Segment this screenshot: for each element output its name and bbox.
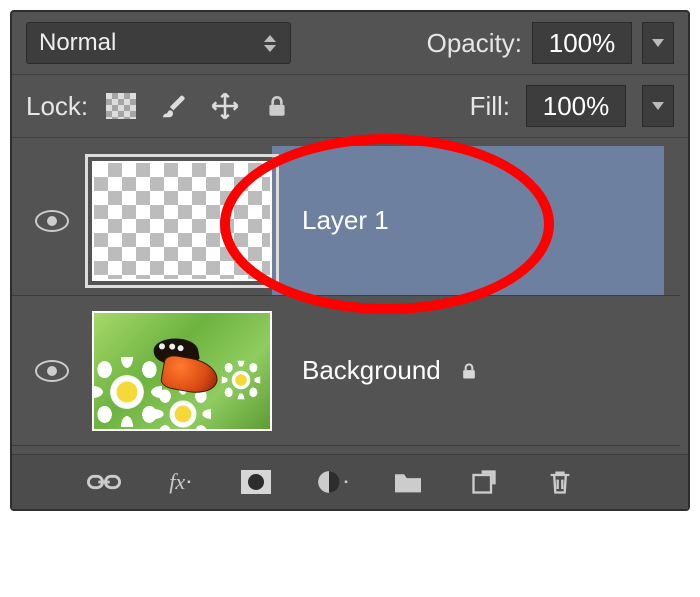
link-icon (87, 471, 121, 493)
link-layers-button[interactable] (86, 467, 122, 497)
layer-visibility-toggle[interactable] (35, 210, 69, 232)
fx-icon: fx (169, 469, 185, 495)
add-mask-button[interactable] (238, 467, 274, 497)
lock-position-button[interactable] (208, 89, 242, 123)
image-thumbnail (94, 313, 270, 429)
adjustment-layer-button[interactable]: ▪ (314, 467, 350, 497)
mask-icon (240, 469, 272, 495)
updown-caret-icon (264, 33, 278, 53)
opacity-label: Opacity: (427, 28, 522, 59)
transparency-lock-icon (106, 93, 136, 119)
layer-thumbnail[interactable] (92, 311, 272, 431)
blend-opacity-row: Normal Opacity: 100% (12, 12, 688, 75)
fill-value-field[interactable]: 100% (526, 85, 626, 127)
lock-icons-group (104, 89, 294, 123)
layer-body[interactable]: Background (272, 296, 664, 445)
folder-icon (392, 469, 424, 495)
layer-style-button[interactable]: fx ▪ (162, 467, 198, 497)
layer-name: Background (302, 355, 441, 386)
layer-row[interactable]: Layer 1 (12, 146, 680, 296)
layer-row[interactable]: Background (12, 296, 680, 446)
trash-icon (546, 467, 574, 497)
new-layer-button[interactable] (466, 467, 502, 497)
chevron-down-icon (652, 39, 664, 47)
fill-dropdown-button[interactable] (642, 85, 674, 127)
layer-thumbnail[interactable] (92, 161, 272, 281)
adjustment-icon (316, 469, 342, 495)
chevron-down-icon (652, 102, 664, 110)
layers-list: Layer 1 Background (12, 138, 688, 454)
opacity-value-field[interactable]: 100% (532, 22, 632, 64)
brush-icon (158, 91, 188, 121)
opacity-dropdown-button[interactable] (642, 22, 674, 64)
new-group-button[interactable] (390, 467, 426, 497)
layer-name: Layer 1 (302, 205, 389, 236)
layers-panel: Normal Opacity: 100% Lock: (10, 10, 690, 511)
blend-mode-value: Normal (39, 29, 116, 57)
lock-transparency-button[interactable] (104, 89, 138, 123)
transparent-thumbnail (94, 163, 270, 279)
lock-fill-row: Lock: Fill: (12, 75, 688, 138)
layer-visibility-toggle[interactable] (35, 360, 69, 382)
lock-icon (264, 92, 290, 120)
lock-icon (459, 360, 479, 382)
new-layer-icon (469, 468, 499, 496)
lock-all-button[interactable] (260, 89, 294, 123)
layers-panel-toolbar: fx ▪ ▪ (12, 454, 688, 509)
delete-layer-button[interactable] (542, 467, 578, 497)
blend-mode-dropdown[interactable]: Normal (26, 22, 291, 64)
opacity-value: 100% (549, 28, 616, 59)
lock-pixels-button[interactable] (156, 89, 190, 123)
lock-label: Lock: (26, 91, 88, 122)
layer-body[interactable]: Layer 1 (272, 146, 664, 295)
move-icon (210, 91, 240, 121)
fill-value: 100% (543, 91, 610, 122)
fill-label: Fill: (470, 91, 510, 122)
